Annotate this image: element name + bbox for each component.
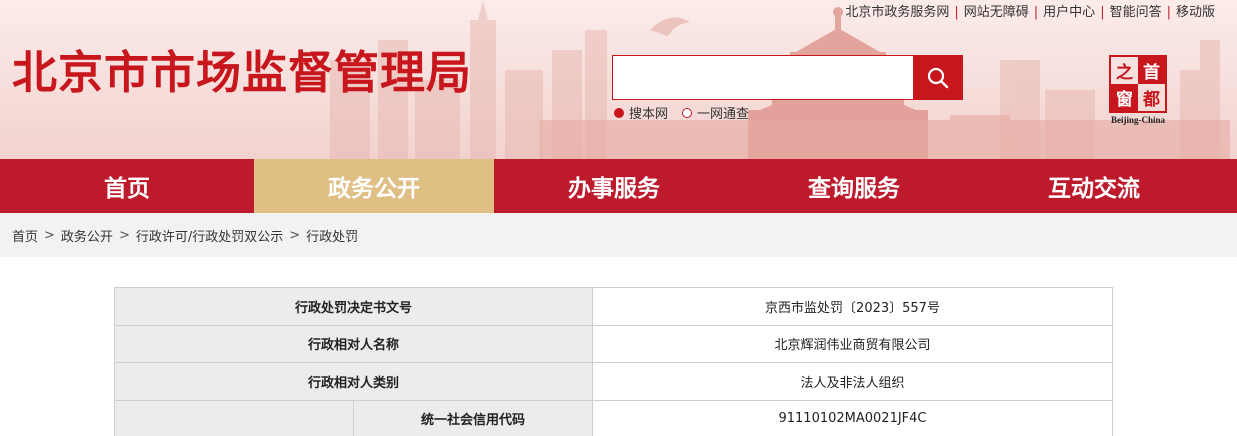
header-banner: 北京市市场监督管理局 北京市政务服务网 | 网站无障碍 | 用户中心 | 智能问… [0, 0, 1237, 159]
breadcrumb-home[interactable]: 首页 [12, 226, 38, 245]
nav-item-query[interactable]: 查询服务 [734, 159, 974, 213]
separator: | [1100, 5, 1105, 20]
breadcrumb-separator: > [44, 227, 55, 243]
scope-option-label: 搜本网 [629, 107, 669, 122]
logo-caption: Beijing-China [1110, 115, 1165, 125]
table-row: 行政处罚决定书文号 京西市监处罚〔2023〕557号 [114, 287, 1113, 326]
separator: | [954, 5, 959, 20]
breadcrumb-current[interactable]: 行政处罚 [306, 226, 358, 245]
top-links: 北京市政务服务网 | 网站无障碍 | 用户中心 | 智能问答 | 移动版 [845, 3, 1215, 23]
top-link-mobile[interactable]: 移动版 [1176, 3, 1215, 23]
scope-option-unified[interactable]: 一网通查 [682, 103, 749, 122]
capital-window-logo[interactable]: 之 首 窗 都 Beijing-China [1104, 55, 1172, 125]
scope-option-site[interactable]: 搜本网 [614, 103, 668, 122]
table-row: 行政相对人名称 北京辉润伟业商贸有限公司 [114, 324, 1113, 363]
radio-unchecked-icon [682, 107, 693, 118]
nav-item-home[interactable]: 首页 [0, 159, 254, 213]
table-row: 行政相对人类别 法人及非法人组织 [114, 362, 1113, 401]
search-icon [927, 67, 948, 88]
penalty-detail-table: 行政处罚决定书文号 京西市监处罚〔2023〕557号 行政相对人名称 北京辉润伟… [114, 287, 1113, 436]
search-input[interactable] [613, 56, 913, 99]
separator: | [1033, 5, 1039, 20]
row-value: 法人及非法人组织 [592, 362, 1113, 401]
search-button[interactable] [913, 56, 962, 99]
row-label: 统一社会信用代码 [353, 399, 593, 436]
row-label: 行政处罚决定书文号 [114, 287, 593, 326]
breadcrumb: 首页 > 政务公开 > 行政许可/行政处罚双公示 > 行政处罚 [0, 213, 1237, 257]
search-box [612, 55, 963, 100]
row-value: 北京辉润伟业商贸有限公司 [592, 324, 1113, 363]
scope-option-label: 一网通查 [697, 107, 750, 122]
row-spacer-cell [114, 399, 354, 436]
breadcrumb-gov-affairs[interactable]: 政务公开 [61, 226, 113, 245]
nav-item-gov-affairs[interactable]: 政务公开 [254, 159, 494, 213]
breadcrumb-dual-publicity[interactable]: 行政许可/行政处罚双公示 [136, 226, 283, 245]
nav-item-interaction[interactable]: 互动交流 [974, 159, 1214, 213]
separator: | [1166, 5, 1171, 20]
row-value: 京西市监处罚〔2023〕557号 [592, 287, 1113, 326]
logo-char: 都 [1143, 90, 1160, 110]
nav-item-services[interactable]: 办事服务 [494, 159, 734, 213]
logo-char: 窗 [1111, 84, 1138, 111]
top-link-gov-service[interactable]: 北京市政务服务网 [845, 3, 949, 23]
top-link-smart-qa[interactable]: 智能问答 [1110, 3, 1162, 23]
top-link-user-center[interactable]: 用户中心 [1043, 3, 1095, 23]
search-scope: 搜本网 一网通查 [614, 103, 763, 122]
breadcrumb-separator: > [289, 227, 301, 243]
row-value: 91110102MA0021JF4C [592, 399, 1113, 436]
row-label: 行政相对人类别 [114, 362, 593, 401]
breadcrumb-separator: > [118, 227, 130, 243]
radio-checked-icon [614, 107, 624, 118]
main-nav: 首页 政务公开 办事服务 查询服务 互动交流 [0, 159, 1237, 213]
top-link-accessibility[interactable]: 网站无障碍 [964, 3, 1029, 23]
logo-char: 首 [1138, 57, 1165, 84]
row-label: 行政相对人名称 [114, 324, 593, 363]
site-title: 北京市市场监督管理局 [12, 46, 473, 99]
logo-char: 之 [1116, 63, 1133, 83]
table-row: 统一社会信用代码 91110102MA0021JF4C [114, 399, 1113, 436]
logo-seal: 之 首 窗 都 [1109, 55, 1167, 113]
